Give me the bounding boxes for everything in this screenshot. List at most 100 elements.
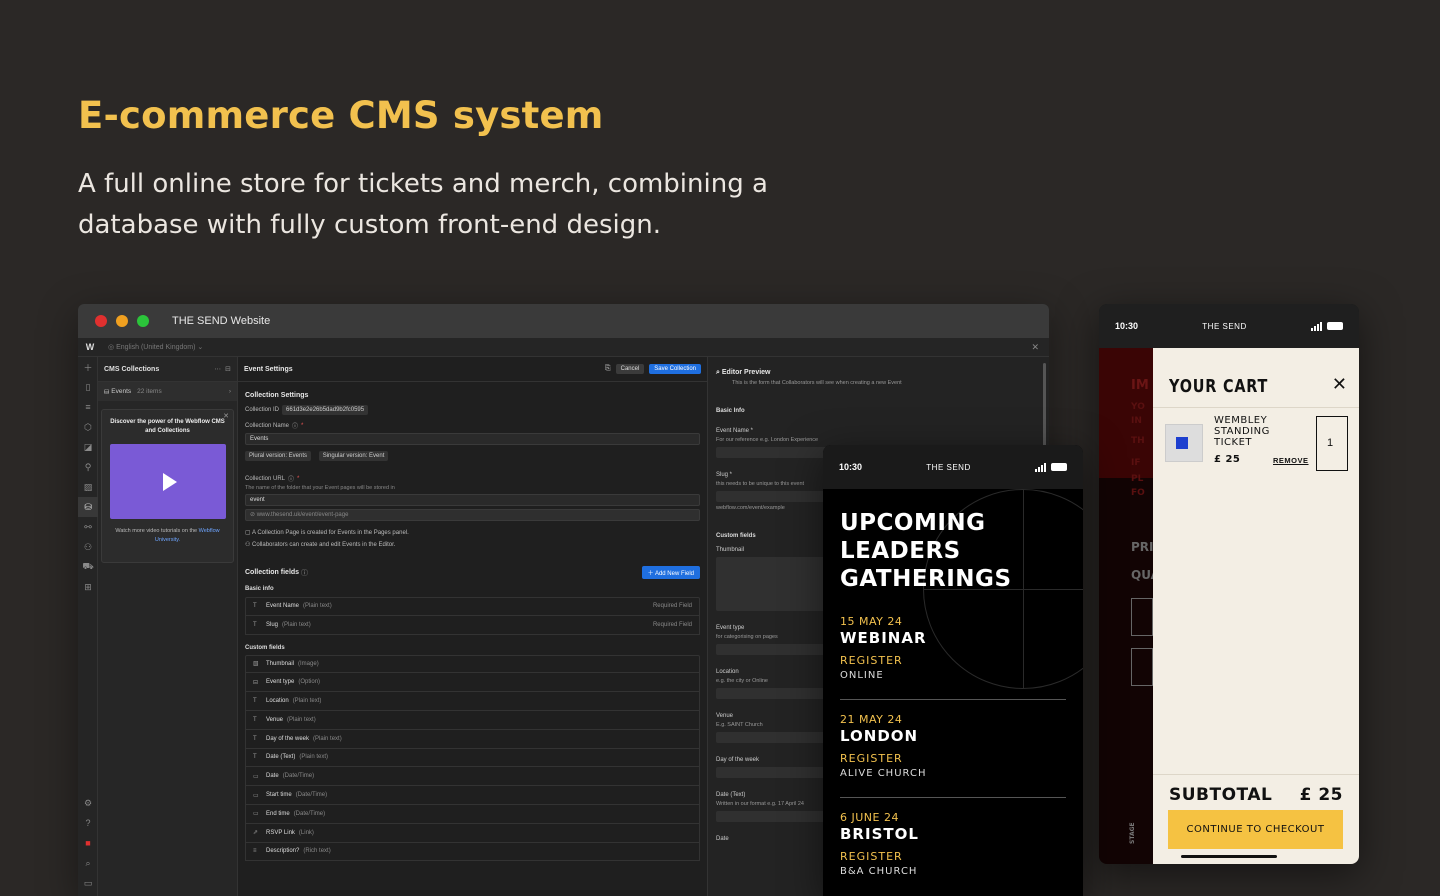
preview-event-name-hint: For our reference e.g. London Experience <box>716 437 819 443</box>
event-item[interactable]: 21 MAY 24 LONDON REGISTER ALIVE CHURCH <box>840 713 1066 798</box>
webflow-logo-icon: W <box>85 342 95 352</box>
field-type-icon: ≡ <box>253 848 257 855</box>
subtotal-value: £ 25 <box>1299 785 1343 805</box>
add-icon[interactable]: ＋ <box>78 357 98 377</box>
save-collection-button[interactable]: Save Collection <box>649 364 701 374</box>
basic-info-label: Basic info <box>245 586 274 592</box>
components-icon[interactable]: ⬡ <box>78 417 98 437</box>
users-icon[interactable]: ⚇ <box>78 537 98 557</box>
cms-panel-tools[interactable]: ⋯ ⊟ <box>214 365 231 373</box>
field-type: (Plain text) <box>282 621 311 628</box>
home-indicator <box>1181 855 1277 858</box>
field-row[interactable]: ⊟ Event type (Option) <box>245 673 700 693</box>
status-bar: 10:30 THE SEND <box>1099 304 1359 348</box>
cancel-button[interactable]: Cancel <box>615 364 645 374</box>
logic-icon[interactable]: ⚯ <box>78 517 98 537</box>
variables-icon[interactable]: ◪ <box>78 437 98 457</box>
collection-count: 22 items <box>137 388 162 395</box>
help-icon[interactable]: ⓘ <box>288 474 294 483</box>
styles-icon[interactable]: ⚲ <box>78 457 98 477</box>
cms-icon[interactable]: ⛁ <box>78 497 98 517</box>
event-date: 15 MAY 24 <box>840 615 903 628</box>
close-icon[interactable]: ✕ <box>1031 342 1039 353</box>
field-type-icon: T <box>253 754 257 761</box>
settings-icon[interactable]: ⚙ <box>78 793 98 813</box>
field-name: Slug <box>266 621 279 628</box>
help-icon[interactable]: ? <box>78 813 98 833</box>
field-row[interactable]: ▭ Start time (Date/Time) <box>245 786 700 805</box>
field-type: (Plain text) <box>299 754 329 761</box>
maximize-dot[interactable] <box>137 315 149 327</box>
phone-cart: 10:30 THE SEND IM YO IN TH IF PL FO PRI QUA STAGE… <box>1099 304 1359 864</box>
field-type-icon: ⇗ <box>253 830 259 837</box>
close-dot[interactable] <box>95 315 107 327</box>
checkout-button[interactable]: CONTINUE TO CHECKOUT <box>1168 810 1343 849</box>
field-row[interactable]: T Slug (Plain text) Required Field <box>245 615 700 635</box>
quantity-input[interactable]: 1 <box>1316 416 1348 471</box>
field-name: Day of the week <box>266 735 310 742</box>
field-type-icon: T <box>253 603 257 610</box>
duplicate-icon[interactable]: ⎘ <box>605 365 611 373</box>
database-icon: ⛁ <box>104 388 112 396</box>
status-brand: THE SEND <box>926 462 971 472</box>
video-icon[interactable]: ▭ <box>78 873 98 893</box>
event-date: 6 JUNE 24 <box>840 811 899 824</box>
search-icon[interactable]: ⌕ <box>78 853 98 873</box>
version-pills: Plural version: Events Singular version:… <box>245 451 700 461</box>
field-row[interactable]: T Location (Plain text) <box>245 692 700 711</box>
event-item[interactable]: 15 MAY 24 WEBINAR REGISTER ONLINE <box>840 615 1066 700</box>
events-heading: UPCOMING LEADERS GATHERINGS <box>840 510 1012 592</box>
required-badge: Required Field <box>652 603 692 610</box>
cart-title: YOUR CART <box>1169 376 1269 397</box>
field-row[interactable]: T Venue (Plain text) <box>245 710 700 730</box>
register-link[interactable]: REGISTER <box>840 752 1066 765</box>
help-icon[interactable]: ⓘ <box>301 568 308 578</box>
preview-thumbnail-upload[interactable] <box>716 557 826 611</box>
remove-link[interactable]: REMOVE <box>1273 456 1309 465</box>
collection-item-events[interactable]: ⛁ Events 22 items › <box>98 382 237 401</box>
background-text-line: IN <box>1131 416 1142 426</box>
singular-pill: Singular version: Event <box>318 451 389 461</box>
help-icon[interactable]: ⓘ <box>292 421 298 430</box>
field-row[interactable]: T Event Name (Plain text) Required Field <box>245 597 700 616</box>
field-name: Description? <box>266 848 300 855</box>
preview-basic-info: Basic Info <box>716 408 745 414</box>
field-row[interactable]: ≡ Description? (Rich text) <box>245 842 700 862</box>
minimize-dot[interactable] <box>116 315 128 327</box>
navigator-icon[interactable]: ≡ <box>78 397 98 417</box>
custom-fields-label: Custom fields <box>245 644 285 651</box>
collection-name-label: Collection Name ⓘ * <box>245 421 304 431</box>
preview-event-name-label: Event Name * <box>716 428 754 434</box>
assets-icon[interactable]: ▨ <box>78 477 98 497</box>
subtotal-row: SUBTOTAL £ 25 <box>1153 774 1359 805</box>
add-new-field-button[interactable]: ＋ Add New Field <box>641 566 700 579</box>
field-row[interactable]: T Date (Text) (Plain text) <box>245 748 700 768</box>
register-link[interactable]: REGISTER <box>840 850 1066 863</box>
battery-icon <box>1326 322 1343 330</box>
event-venue: ALIVE CHURCH <box>840 768 927 779</box>
apps-icon[interactable]: ⊞ <box>78 577 98 597</box>
promo-title: Discover the power of the Webflow CMS an… <box>110 419 225 434</box>
collection-id-value[interactable]: 661d3e2e26b5dad9b2fc0595 <box>282 405 369 415</box>
collection-name-input[interactable]: Events <box>245 433 700 445</box>
collection-url-input[interactable]: event <box>245 494 700 506</box>
background-input <box>1131 598 1153 636</box>
register-link[interactable]: REGISTER <box>840 654 1066 667</box>
close-icon[interactable]: ✕ <box>1332 374 1347 395</box>
promo-video[interactable] <box>109 444 226 519</box>
field-row[interactable]: ▭ End time (Date/Time) <box>245 804 700 824</box>
field-row[interactable]: ▭ Date (Date/Time) <box>245 767 700 787</box>
field-row[interactable]: ▧ Thumbnail (Image) <box>245 654 700 674</box>
record-icon[interactable]: ■ <box>78 833 98 853</box>
hero-title: E-commerce CMS system <box>78 94 604 137</box>
event-item[interactable]: 6 JUNE 24 BRISTOL REGISTER B&A CHURCH <box>840 811 1066 896</box>
locale-select[interactable]: ◎ English (United Kingdom) ⌄ <box>108 343 203 351</box>
field-row[interactable]: T Day of the week (Plain text) <box>245 729 700 749</box>
close-icon[interactable]: ✕ <box>223 412 229 420</box>
ecommerce-icon[interactable]: ⛟ <box>78 557 98 577</box>
pages-icon[interactable]: ▯ <box>78 377 98 397</box>
field-row[interactable]: ⇗ RSVP Link (Link) <box>245 823 700 843</box>
chevron-right-icon: › <box>228 388 231 395</box>
field-type-icon: T <box>253 698 257 705</box>
cms-collections-panel: CMS Collections ⋯ ⊟ ⛁ Events 22 items › … <box>98 357 238 896</box>
